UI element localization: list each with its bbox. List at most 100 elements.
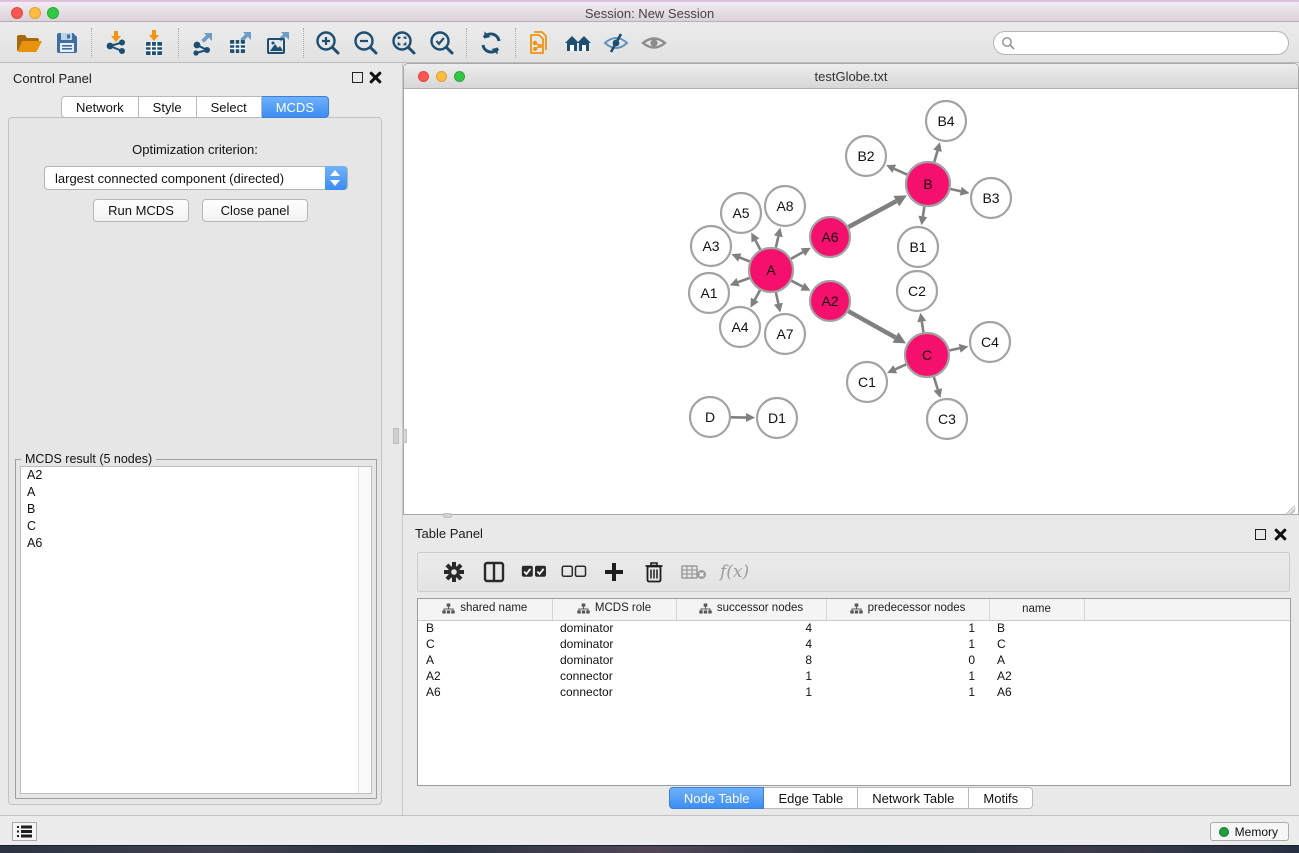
- tab-edge-table[interactable]: Edge Table: [764, 787, 858, 809]
- column-header-successor-nodes[interactable]: successor nodes: [676, 599, 826, 620]
- table-cell[interactable]: A2: [989, 668, 1084, 684]
- table-cell[interactable]: 1: [676, 668, 826, 684]
- table-cell[interactable]: A6: [418, 684, 552, 700]
- edge-A-A6[interactable]: [791, 252, 803, 259]
- node-C3[interactable]: C3: [927, 399, 967, 439]
- export-network-button[interactable]: [184, 27, 222, 59]
- table-row[interactable]: Cdominator41C: [418, 636, 1291, 652]
- zoom-selected-button[interactable]: [423, 27, 461, 59]
- zoom-out-button[interactable]: [347, 27, 385, 59]
- zoom-fit-button[interactable]: [385, 27, 423, 59]
- table-cell[interactable]: connector: [552, 684, 676, 700]
- table-cell[interactable]: B: [418, 620, 552, 636]
- tab-select[interactable]: Select: [197, 96, 262, 118]
- result-scrollbar[interactable]: [358, 467, 371, 793]
- run-mcds-button[interactable]: Run MCDS: [93, 199, 189, 222]
- node-D1[interactable]: D1: [757, 398, 797, 438]
- table-cell[interactable]: A: [418, 652, 552, 668]
- new-network-from-selection-button[interactable]: [521, 27, 559, 59]
- table-cell[interactable]: connector: [552, 668, 676, 684]
- tab-node-table[interactable]: Node Table: [669, 787, 765, 809]
- table-cell[interactable]: dominator: [552, 652, 676, 668]
- table-row[interactable]: A2connector11A2: [418, 668, 1291, 684]
- edge-C-C1[interactable]: [895, 364, 906, 369]
- table-cell[interactable]: 4: [676, 620, 826, 636]
- node-A1[interactable]: A1: [689, 273, 729, 313]
- node-A4[interactable]: A4: [720, 307, 760, 347]
- result-item[interactable]: A: [21, 484, 371, 501]
- network-left-grip[interactable]: [403, 429, 407, 443]
- delete-column-button[interactable]: [634, 557, 674, 587]
- result-item[interactable]: C: [21, 518, 371, 535]
- edge-A6-B[interactable]: [848, 201, 896, 227]
- node-B3[interactable]: B3: [971, 178, 1011, 218]
- edge-A-A1[interactable]: [738, 278, 749, 282]
- import-table-button[interactable]: [135, 27, 173, 59]
- close-table-panel-icon[interactable]: [1274, 528, 1287, 541]
- edge-A-A2[interactable]: [791, 281, 802, 287]
- node-A8[interactable]: A8: [765, 186, 805, 226]
- node-A6[interactable]: A6: [810, 217, 850, 257]
- save-session-button[interactable]: [48, 27, 86, 59]
- table-cell[interactable]: 1: [826, 620, 989, 636]
- select-all-columns-button[interactable]: [514, 557, 554, 587]
- node-A5[interactable]: A5: [721, 193, 761, 233]
- memory-button[interactable]: Memory: [1210, 822, 1289, 841]
- table-cell[interactable]: 4: [676, 636, 826, 652]
- panel-splitter[interactable]: [390, 63, 403, 815]
- table-cell[interactable]: 8: [676, 652, 826, 668]
- table-cell[interactable]: dominator: [552, 620, 676, 636]
- table-row[interactable]: Adominator80A: [418, 652, 1291, 668]
- network-canvas[interactable]: AA1A2A3A4A5A6A7A8BB1B2B3B4CC1C2C3C4DD1: [404, 89, 1298, 514]
- node-C4[interactable]: C4: [970, 322, 1010, 362]
- search-input[interactable]: [993, 31, 1289, 55]
- table-body[interactable]: Bdominator41BCdominator41CAdominator80AA…: [418, 620, 1291, 700]
- delete-table-button[interactable]: [674, 557, 714, 587]
- close-panel-button[interactable]: Close panel: [202, 199, 308, 222]
- task-history-button[interactable]: [12, 822, 37, 841]
- node-A[interactable]: A: [749, 248, 793, 292]
- node-B4[interactable]: B4: [926, 101, 966, 141]
- edge-A-A4[interactable]: [755, 290, 760, 300]
- table-cell[interactable]: 1: [826, 668, 989, 684]
- edge-A2-C[interactable]: [848, 311, 895, 337]
- float-table-panel-icon[interactable]: [1255, 529, 1266, 540]
- edge-B-B2[interactable]: [894, 169, 907, 175]
- node-B[interactable]: B: [906, 162, 950, 206]
- deselect-all-columns-button[interactable]: [554, 557, 594, 587]
- table-cell[interactable]: 0: [826, 652, 989, 668]
- table-row[interactable]: Bdominator41B: [418, 620, 1291, 636]
- column-header-shared-name[interactable]: shared name: [418, 599, 552, 620]
- tab-style[interactable]: Style: [139, 96, 197, 118]
- node-table[interactable]: shared nameMCDS rolesuccessor nodesprede…: [417, 598, 1291, 786]
- refresh-button[interactable]: [472, 27, 510, 59]
- edge-C-C4[interactable]: [950, 348, 960, 350]
- zoom-in-button[interactable]: [309, 27, 347, 59]
- show-all-button[interactable]: [635, 27, 673, 59]
- table-cell[interactable]: 1: [826, 684, 989, 700]
- table-cell[interactable]: 1: [826, 636, 989, 652]
- export-image-button[interactable]: [260, 27, 298, 59]
- edge-A-A7[interactable]: [776, 292, 778, 303]
- node-C1[interactable]: C1: [847, 362, 887, 402]
- network-resize-grip[interactable]: [1285, 501, 1297, 513]
- result-item[interactable]: B: [21, 501, 371, 518]
- tab-mcds[interactable]: MCDS: [262, 96, 329, 118]
- column-header-name[interactable]: name: [989, 599, 1084, 620]
- node-D[interactable]: D: [690, 397, 730, 437]
- mcds-result-list[interactable]: A2ABCA6: [20, 466, 372, 794]
- edge-B-B4[interactable]: [934, 151, 937, 162]
- split-view-button[interactable]: [474, 557, 514, 587]
- import-network-button[interactable]: [97, 27, 135, 59]
- home-networks-button[interactable]: [559, 27, 597, 59]
- add-column-button[interactable]: [594, 557, 634, 587]
- export-table-button[interactable]: [222, 27, 260, 59]
- edge-A-A3[interactable]: [740, 258, 750, 262]
- table-header-row[interactable]: shared nameMCDS rolesuccessor nodesprede…: [418, 599, 1291, 620]
- table-cell[interactable]: C: [418, 636, 552, 652]
- edge-C-C3[interactable]: [934, 377, 938, 389]
- node-A7[interactable]: A7: [765, 314, 805, 354]
- tab-network[interactable]: Network: [61, 96, 139, 118]
- splitter-grip[interactable]: [393, 428, 399, 444]
- table-cell[interactable]: B: [989, 620, 1084, 636]
